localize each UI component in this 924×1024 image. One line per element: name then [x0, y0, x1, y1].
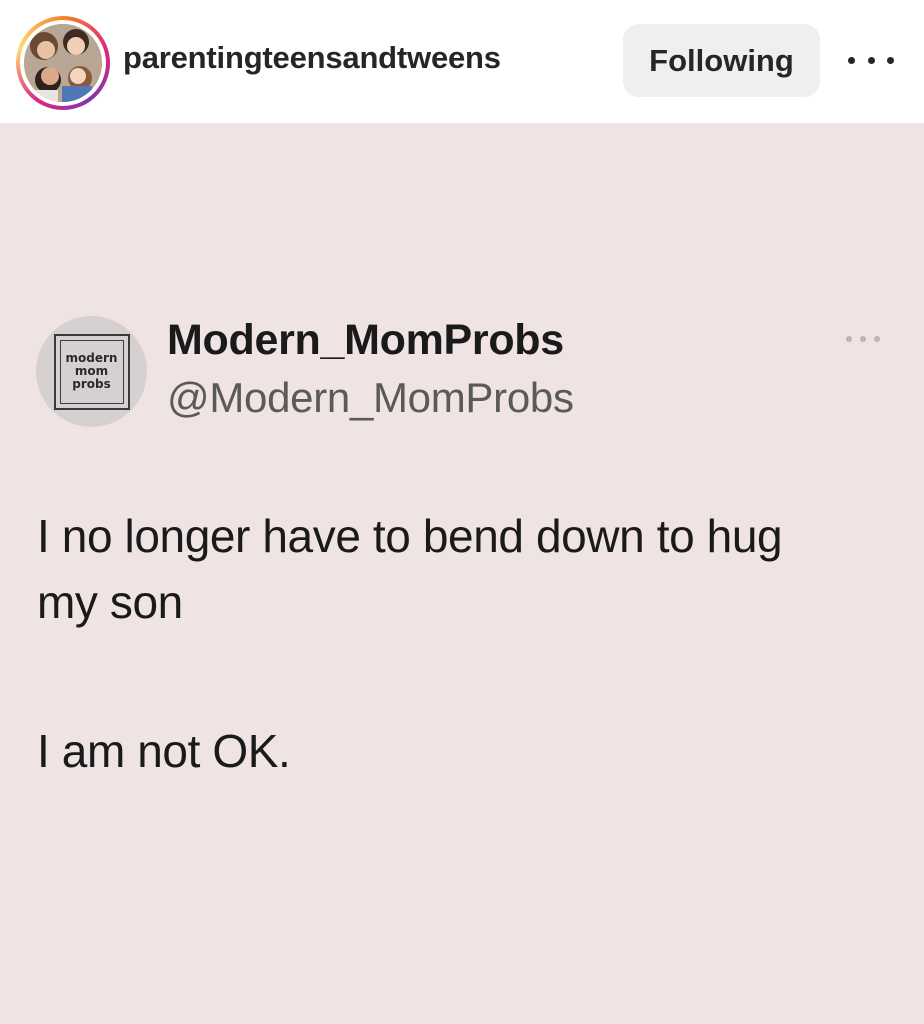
profile-avatar[interactable] [16, 16, 110, 110]
post-image[interactable]: modern mom probs Modern_MomProbs @Modern… [0, 123, 924, 1024]
post-header: parentingteensandtweens Following [0, 0, 924, 123]
tweet-text-line: my son [37, 576, 183, 628]
tweet-handle: @Modern_MomProbs [167, 374, 574, 421]
tweet-more-icon [846, 334, 880, 344]
tweet-avatar: modern mom probs [36, 316, 147, 427]
modern-mom-probs-logo: modern mom probs [53, 333, 130, 410]
following-button[interactable]: Following [623, 24, 820, 97]
avatar-photo [24, 24, 102, 102]
username-link[interactable]: parentingteensandtweens [123, 40, 501, 76]
more-options-icon[interactable] [848, 46, 894, 74]
tweet-display-name: Modern_MomProbs [167, 316, 564, 364]
instagram-post: parentingteensandtweens Following modern… [0, 0, 924, 1024]
tweet-text-line: I am not OK. [37, 725, 291, 777]
tweet-text-line: I no longer have to bend down to hug [37, 510, 783, 562]
